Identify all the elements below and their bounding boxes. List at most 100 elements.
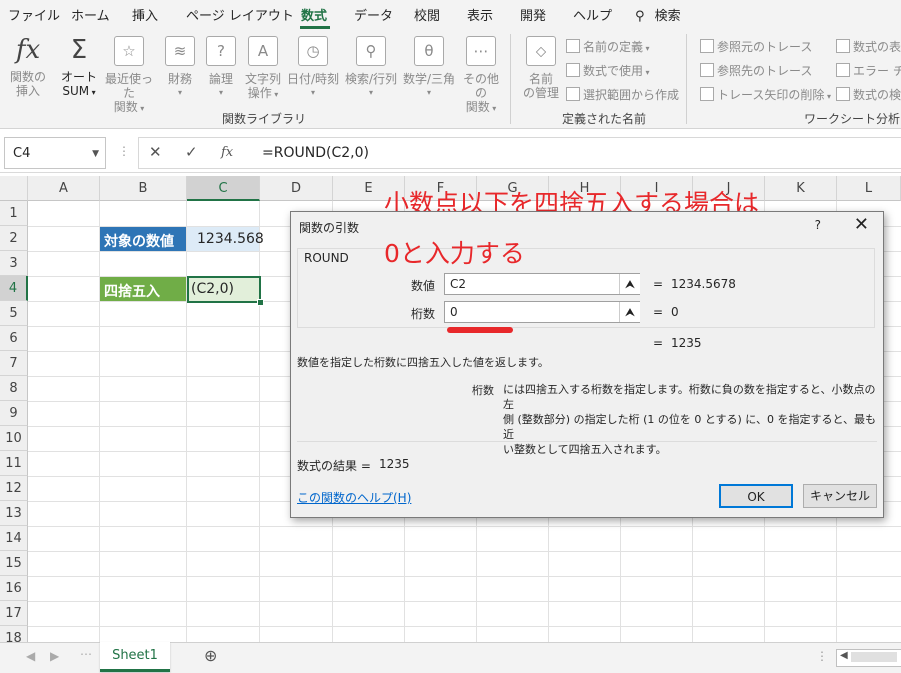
row-header[interactable]: 11 bbox=[0, 451, 28, 476]
row-header[interactable]: 10 bbox=[0, 426, 28, 451]
row-header[interactable]: 7 bbox=[0, 351, 28, 376]
create-from-selection-button[interactable]: 選択範囲から作成 bbox=[566, 86, 679, 103]
select-all-corner[interactable] bbox=[0, 176, 28, 201]
scroll-divider-icon[interactable]: ⋮ bbox=[816, 649, 828, 663]
horizontal-scrollbar[interactable]: ◀ bbox=[836, 649, 901, 667]
trace-precedents-button[interactable]: 参照元のトレース bbox=[700, 38, 812, 55]
prev-sheet-icon[interactable]: ◀ bbox=[26, 649, 35, 663]
tab-data[interactable]: データ bbox=[354, 5, 393, 24]
col-header-d[interactable]: D bbox=[260, 176, 333, 201]
theta-icon: θ bbox=[414, 36, 444, 66]
datetime-button[interactable]: ◷ 日付/時刻 ▾ bbox=[284, 36, 342, 100]
collapse-dialog-icon[interactable]: ⮝ bbox=[619, 274, 640, 294]
scroll-thumb[interactable] bbox=[851, 652, 897, 662]
col-header-k[interactable]: K bbox=[765, 176, 837, 201]
function-name: ROUND bbox=[304, 251, 349, 265]
more-sheets-icon[interactable]: ⋯ bbox=[80, 647, 92, 661]
gridline bbox=[186, 201, 187, 642]
formula-buttons: ✕ ✓ fx bbox=[138, 137, 250, 169]
row-header[interactable]: 17 bbox=[0, 601, 28, 626]
tab-file[interactable]: ファイル bbox=[8, 5, 60, 24]
row-header[interactable]: 16 bbox=[0, 576, 28, 601]
row-header[interactable]: 14 bbox=[0, 526, 28, 551]
col-header-b[interactable]: B bbox=[100, 176, 187, 201]
col-header-c[interactable]: C bbox=[187, 176, 260, 201]
formula-input[interactable]: =ROUND(C2,0) bbox=[248, 137, 901, 169]
tab-review[interactable]: 校閲 bbox=[414, 5, 440, 24]
search-box[interactable]: ⚲ 検索 bbox=[635, 5, 681, 24]
tab-view[interactable]: 表示 bbox=[467, 5, 493, 24]
tab-developer[interactable]: 開発 bbox=[520, 5, 546, 24]
search-label: 検索 bbox=[654, 9, 681, 24]
row-header[interactable]: 8 bbox=[0, 376, 28, 401]
error-checking-button[interactable]: エラー チェ bbox=[836, 62, 901, 79]
evaluate-formula-button[interactable]: 数式の検 bbox=[836, 86, 901, 103]
insert-function-button[interactable]: fx 関数の 挿入 bbox=[6, 36, 50, 98]
fill-handle[interactable] bbox=[257, 299, 264, 306]
col-header-a[interactable]: A bbox=[28, 176, 100, 201]
row-header[interactable]: 4 bbox=[0, 276, 28, 301]
row-header[interactable]: 15 bbox=[0, 551, 28, 576]
row-header[interactable]: 3 bbox=[0, 251, 28, 276]
trace-dependents-button[interactable]: 参照先のトレース bbox=[700, 62, 812, 79]
scroll-left-icon[interactable]: ◀ bbox=[840, 650, 848, 661]
ok-button[interactable]: OK bbox=[719, 484, 793, 508]
formula-text: =ROUND(C2,0) bbox=[262, 145, 369, 161]
cell-c4[interactable]: (C2,0) bbox=[187, 276, 261, 303]
drag-handle-icon[interactable]: ⋮ bbox=[118, 144, 130, 158]
tab-help[interactable]: ヘルプ bbox=[573, 5, 612, 24]
col-header-l[interactable]: L bbox=[837, 176, 901, 201]
row-header[interactable]: 9 bbox=[0, 401, 28, 426]
close-icon[interactable]: ✕ bbox=[854, 214, 869, 235]
search-icon: ⚲ bbox=[635, 9, 645, 24]
number-input[interactable]: C2 bbox=[444, 273, 640, 295]
more-functions-button[interactable]: ⋯ その他の 関数 ▾ bbox=[458, 36, 504, 116]
function-arguments-dialog: 関数の引数 ? ✕ ROUND 数値 C2 ⮝ = 1234.5678 桁数 0… bbox=[290, 211, 884, 518]
gridline bbox=[99, 201, 100, 642]
text-button[interactable]: A 文字列 操作 ▾ bbox=[242, 36, 284, 102]
enter-icon[interactable]: ✓ bbox=[185, 143, 198, 161]
tab-formulas[interactable]: 数式 bbox=[301, 5, 327, 24]
text-a-icon: A bbox=[248, 36, 278, 66]
name-box[interactable]: C4 ▼ bbox=[4, 137, 106, 169]
row-header[interactable]: 13 bbox=[0, 501, 28, 526]
add-sheet-icon[interactable]: ⊕ bbox=[204, 646, 217, 665]
row-header[interactable]: 5 bbox=[0, 301, 28, 326]
function-help-link[interactable]: この関数のヘルプ(H) bbox=[297, 489, 411, 506]
tab-home[interactable]: ホーム bbox=[71, 5, 110, 24]
cancel-icon[interactable]: ✕ bbox=[149, 143, 162, 161]
ribbon: ファイル ホーム 挿入 ページ レイアウト 数式 データ 校閲 表示 開発 ヘル… bbox=[0, 0, 901, 129]
cell-b2[interactable]: 対象の数値 bbox=[100, 227, 186, 251]
collapse-dialog-icon[interactable]: ⮝ bbox=[619, 302, 640, 322]
trace-icon bbox=[700, 39, 714, 53]
use-in-formula-button[interactable]: 数式で使用 ▾ bbox=[566, 62, 650, 79]
formula-icon bbox=[566, 63, 580, 77]
next-sheet-icon[interactable]: ▶ bbox=[50, 649, 59, 663]
logical-button[interactable]: ? 論理 ▾ bbox=[203, 36, 239, 100]
lookup-button[interactable]: ⚲ 検索/行列 ▾ bbox=[342, 36, 400, 100]
row-header[interactable]: 2 bbox=[0, 226, 28, 251]
math-trig-button[interactable]: θ 数学/三角 ▾ bbox=[400, 36, 458, 100]
remove-arrows-button[interactable]: トレース矢印の削除 ▾ bbox=[700, 86, 831, 103]
tab-insert[interactable]: 挿入 bbox=[132, 5, 158, 24]
sheet-tab-sheet1[interactable]: Sheet1 bbox=[100, 642, 170, 672]
name-manager-button[interactable]: ⬦ 名前 の管理 bbox=[520, 36, 562, 100]
define-name-button[interactable]: 名前の定義 ▾ bbox=[566, 38, 650, 55]
digits-input[interactable]: 0 bbox=[444, 301, 640, 323]
row-header[interactable]: 6 bbox=[0, 326, 28, 351]
financial-button[interactable]: ≋ 財務 ▾ bbox=[160, 36, 200, 100]
group-label-formula-auditing: ワークシート分析 bbox=[804, 112, 901, 126]
insert-function-icon[interactable]: fx bbox=[221, 145, 233, 160]
help-button[interactable]: ? bbox=[815, 218, 821, 232]
show-formulas-button[interactable]: 数式の表 bbox=[836, 38, 901, 55]
row-header[interactable]: 1 bbox=[0, 201, 28, 226]
row-header[interactable]: 18 bbox=[0, 626, 28, 642]
autosum-button[interactable]: Σ オート SUM ▾ bbox=[58, 36, 100, 100]
cell-c2[interactable]: 1234.568 bbox=[187, 227, 264, 251]
tab-page-layout[interactable]: ページ レイアウト bbox=[186, 5, 294, 24]
cancel-button[interactable]: キャンセル bbox=[803, 484, 877, 508]
cell-b4[interactable]: 四捨五入 bbox=[100, 277, 186, 301]
row-header[interactable]: 12 bbox=[0, 476, 28, 501]
recent-functions-button[interactable]: ☆ 最近使った 関数 ▾ bbox=[100, 36, 158, 116]
chevron-down-icon[interactable]: ▼ bbox=[92, 149, 99, 159]
